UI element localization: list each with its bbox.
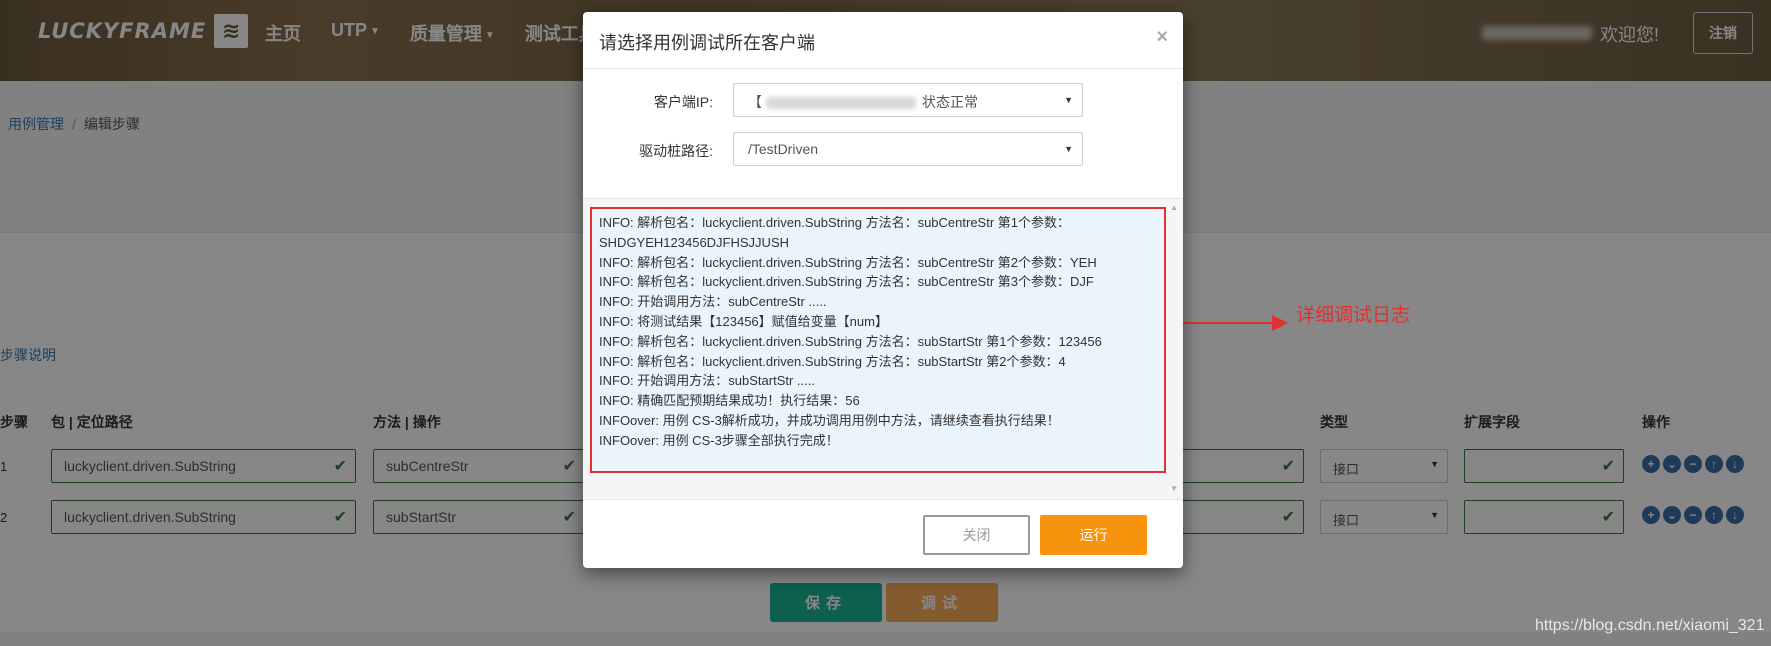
close-icon[interactable]: × — [1156, 26, 1168, 49]
modal-footer: 关闭 运行 — [583, 500, 1183, 568]
log-line: INFO: 解析包名：luckyclient.driven.SubString … — [599, 333, 1102, 349]
scroll-down-icon[interactable]: ▼ — [1170, 484, 1178, 493]
watermark: https://blog.csdn.net/xiaomi_321 — [1535, 617, 1765, 634]
scroll-up-icon[interactable]: ▲ — [1170, 203, 1178, 212]
log-line: INFO: 开始调用方法：subCentreStr ..... — [599, 294, 827, 310]
client-ip-redacted — [766, 97, 916, 110]
debug-log[interactable]: INFO: 解析包名：luckyclient.driven.SubString … — [590, 207, 1166, 473]
log-line: INFO: 开始调用方法：subStartStr ..... — [599, 373, 815, 389]
dropdown-arrow-icon: ▼ — [1064, 144, 1073, 154]
driver-path-label: 驱动桩路径: — [639, 143, 713, 159]
client-ip-label: 客户端IP: — [653, 94, 713, 110]
log-line: INFO: 解析包名：luckyclient.driven.SubString … — [599, 274, 1094, 290]
log-line: INFOover: 用例 CS-3解析成功，并成功调用用例中方法，请继续查看执行… — [599, 412, 1060, 428]
log-line: INFO: 将测试结果【123456】赋值给变量【num】 — [599, 313, 888, 329]
log-line: INFO: 解析包名：luckyclient.driven.SubString … — [599, 254, 1097, 270]
debug-client-modal: 请选择用例调试所在客户端 × 客户端IP: 【状态正常 ▼ 驱动桩路径: /Te… — [583, 12, 1183, 568]
driver-path-select[interactable]: /TestDriven ▼ — [733, 132, 1083, 166]
client-ip-select[interactable]: 【状态正常 ▼ — [733, 83, 1083, 117]
annotation-arrow — [1180, 315, 1288, 331]
log-line: INFO: 解析包名：luckyclient.driven.SubString … — [599, 353, 1066, 369]
modal-title: 请选择用例调试所在客户端 — [599, 33, 815, 53]
dropdown-arrow-icon: ▼ — [1064, 95, 1073, 105]
log-line: INFO: 解析包名：luckyclient.driven.SubString … — [599, 215, 1071, 250]
close-button[interactable]: 关闭 — [923, 515, 1030, 555]
annotation-label: 详细调试日志 — [1296, 304, 1411, 326]
log-line: INFOover: 用例 CS-3步骤全部执行完成！ — [599, 432, 839, 448]
modal-header: 请选择用例调试所在客户端 × — [583, 12, 1183, 69]
log-line: INFO: 精确匹配预期结果成功！执行结果：56 — [599, 393, 860, 409]
run-button[interactable]: 运行 — [1040, 515, 1147, 555]
log-panel: INFO: 解析包名：luckyclient.driven.SubString … — [583, 198, 1183, 500]
